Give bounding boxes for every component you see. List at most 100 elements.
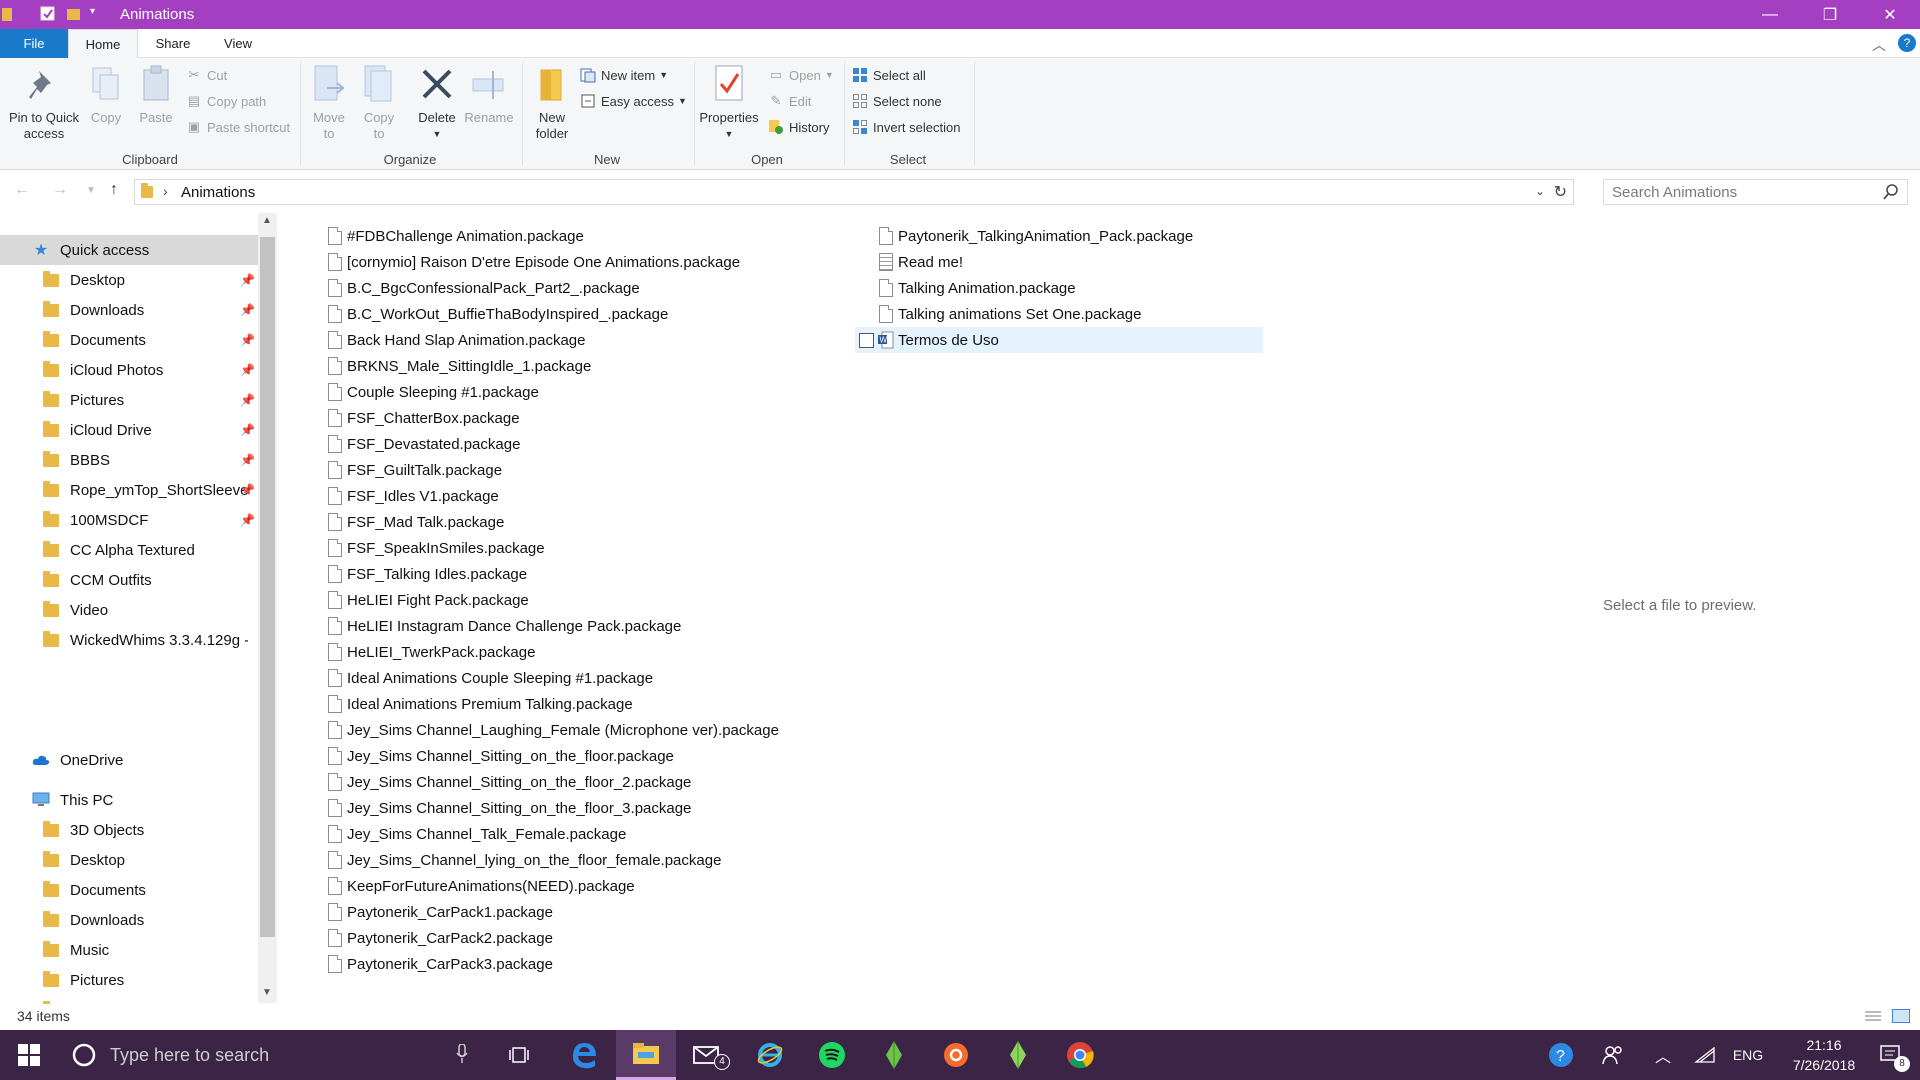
tab-home[interactable]: Home	[68, 29, 138, 59]
pin-icon[interactable]: 📌	[240, 393, 255, 407]
file-item[interactable]: Ideal Animations Premium Talking.package	[328, 691, 633, 717]
sims-plumbob-icon[interactable]	[864, 1030, 924, 1080]
new-folder-button[interactable]: New folder	[530, 62, 574, 142]
file-item[interactable]: Talking animations Set One.package	[879, 301, 1141, 327]
file-item[interactable]: Jey_Sims Channel_Sitting_on_the_floor_3.…	[328, 795, 691, 821]
file-item[interactable]: W Termos de Uso	[855, 327, 1263, 353]
rename-button[interactable]: Rename	[464, 62, 514, 126]
sidebar-item[interactable]: WickedWhims 3.3.4.129g - 3 .	[0, 625, 258, 655]
new-item-button[interactable]: New item ▼	[580, 64, 668, 86]
sidebar-item[interactable]: Desktop 📌	[0, 265, 258, 295]
minimize-button[interactable]: —	[1740, 0, 1800, 29]
sidebar-item[interactable]: Music	[0, 935, 258, 965]
properties-button[interactable]: Properties ▼	[696, 62, 762, 142]
maximize-button[interactable]: ❐	[1800, 0, 1860, 29]
pin-icon[interactable]: 📌	[240, 453, 255, 467]
sidebar-item[interactable]: BBBS 📌	[0, 445, 258, 475]
refresh-icon[interactable]: ↻	[1554, 182, 1567, 202]
taskbar-search-box[interactable]	[58, 1030, 482, 1080]
file-item[interactable]: Paytonerik_TalkingAnimation_Pack.package	[879, 223, 1193, 249]
select-all-button[interactable]: Select all	[852, 64, 926, 86]
file-item[interactable]: Jey_Sims Channel_Laughing_Female (Microp…	[328, 717, 779, 743]
sims-plumbob-icon[interactable]	[988, 1030, 1048, 1080]
sidebar-item[interactable]: 3D Objects	[0, 815, 258, 845]
show-hidden-icons-chevron-icon[interactable]: ︿	[1648, 1030, 1678, 1080]
file-item[interactable]: FSF_GuiltTalk.package	[328, 457, 502, 483]
internet-explorer-icon[interactable]	[740, 1030, 800, 1080]
sidebar-item[interactable]: Pictures	[0, 965, 258, 995]
file-item[interactable]: Jey_Sims Channel_Sitting_on_the_floor.pa…	[328, 743, 674, 769]
edit-button[interactable]: ✎ Edit	[768, 90, 812, 112]
file-item[interactable]: FSF_Mad Talk.package	[328, 509, 504, 535]
pin-icon[interactable]: 📌	[240, 513, 255, 527]
people-icon[interactable]	[1596, 1030, 1630, 1080]
address-bar[interactable]: › Animations ⌄ ↻	[134, 179, 1574, 205]
file-item[interactable]: B.C_BgcConfessionalPack_Part2_.package	[328, 275, 640, 301]
chrome-icon[interactable]	[1050, 1030, 1110, 1080]
file-item[interactable]: FSF_Talking Idles.package	[328, 561, 527, 587]
up-arrow-icon[interactable]: ↑	[110, 181, 118, 199]
copy-button[interactable]: Copy	[84, 62, 128, 126]
nav-scrollbar-thumb[interactable]	[260, 237, 275, 937]
nav-onedrive[interactable]: OneDrive	[0, 745, 258, 775]
large-icons-view-icon[interactable]	[1892, 1009, 1910, 1026]
sidebar-item[interactable]: iCloud Drive 📌	[0, 415, 258, 445]
invert-selection-button[interactable]: Invert selection	[852, 116, 960, 138]
nav-quick-access[interactable]: ★ Quick access	[0, 235, 258, 265]
file-item[interactable]: Talking Animation.package	[879, 275, 1076, 301]
pin-icon[interactable]: 📌	[240, 363, 255, 377]
breadcrumb-current[interactable]: Animations	[181, 184, 255, 201]
sidebar-item[interactable]: Downloads 📌	[0, 295, 258, 325]
pin-to-quick-access-button[interactable]: Pin to Quick access	[4, 62, 84, 142]
help-icon[interactable]: ?	[1898, 34, 1916, 52]
customize-quick-access-icon[interactable]: ▾	[90, 6, 106, 22]
origin-icon[interactable]	[926, 1030, 986, 1080]
file-item[interactable]: FSF_Idles V1.package	[328, 483, 499, 509]
sidebar-item[interactable]: Video	[0, 595, 258, 625]
open-button[interactable]: ▭ Open ▼	[768, 64, 834, 86]
easy-access-button[interactable]: Easy access ▼	[580, 90, 687, 112]
file-item[interactable]: BRKNS_Male_SittingIdle_1.package	[328, 353, 591, 379]
search-icon[interactable]	[1883, 184, 1899, 203]
close-button[interactable]: ✕	[1860, 0, 1920, 29]
properties-quick-icon[interactable]	[40, 6, 56, 22]
pin-icon[interactable]: 📌	[240, 273, 255, 287]
file-item[interactable]: Paytonerik_CarPack3.package	[328, 951, 553, 977]
sidebar-item[interactable]: Downloads	[0, 905, 258, 935]
nav-this-pc[interactable]: This PC	[0, 785, 258, 815]
sidebar-item[interactable]: iCloud Photos 📌	[0, 355, 258, 385]
scroll-up-icon[interactable]: ▲	[262, 215, 272, 226]
file-item[interactable]: Back Hand Slap Animation.package	[328, 327, 585, 353]
select-checkbox[interactable]	[859, 332, 874, 348]
address-dropdown-icon[interactable]: ⌄	[1535, 184, 1545, 198]
file-item[interactable]: Ideal Animations Couple Sleeping #1.pack…	[328, 665, 653, 691]
file-item[interactable]: FSF_Devastated.package	[328, 431, 520, 457]
sidebar-item[interactable]: 100MSDCF 📌	[0, 505, 258, 535]
details-view-icon[interactable]	[1864, 1010, 1882, 1027]
paste-shortcut-button[interactable]: ▣ Paste shortcut	[186, 116, 290, 138]
tab-file[interactable]: File	[0, 29, 68, 58]
back-arrow-icon[interactable]: ←	[14, 181, 30, 199]
sidebar-item[interactable]: CC Alpha Textured	[0, 535, 258, 565]
file-item[interactable]: Jey_Sims Channel_Talk_Female.package	[328, 821, 626, 847]
file-explorer-icon[interactable]	[616, 1030, 676, 1080]
history-button[interactable]: History	[768, 116, 829, 138]
sidebar-item[interactable]: Rope_ymTop_ShortSleeve 📌	[0, 475, 258, 505]
file-item[interactable]: Read me!	[879, 249, 963, 275]
delete-button[interactable]: Delete ▼	[412, 62, 462, 142]
file-item[interactable]: FSF_ChatterBox.package	[328, 405, 520, 431]
task-view-icon[interactable]	[490, 1030, 550, 1080]
new-folder-quick-icon[interactable]	[66, 6, 82, 22]
copy-to-button[interactable]: Copy to	[358, 62, 400, 142]
sidebar-item[interactable]: CCM Outfits	[0, 565, 258, 595]
forward-arrow-icon[interactable]: →	[52, 181, 68, 199]
sidebar-item[interactable]: Desktop	[0, 845, 258, 875]
select-none-button[interactable]: Select none	[852, 90, 942, 112]
file-item[interactable]: Couple Sleeping #1.package	[328, 379, 539, 405]
file-item[interactable]: HeLIEI Instagram Dance Challenge Pack.pa…	[328, 613, 681, 639]
recent-locations-chevron-icon[interactable]: ▼	[86, 185, 96, 196]
pin-icon[interactable]: 📌	[240, 333, 255, 347]
sidebar-item[interactable]: Pictures 📌	[0, 385, 258, 415]
file-item[interactable]: Jey_Sims_Channel_lying_on_the_floor_fema…	[328, 847, 721, 873]
pin-icon[interactable]: 📌	[240, 303, 255, 317]
